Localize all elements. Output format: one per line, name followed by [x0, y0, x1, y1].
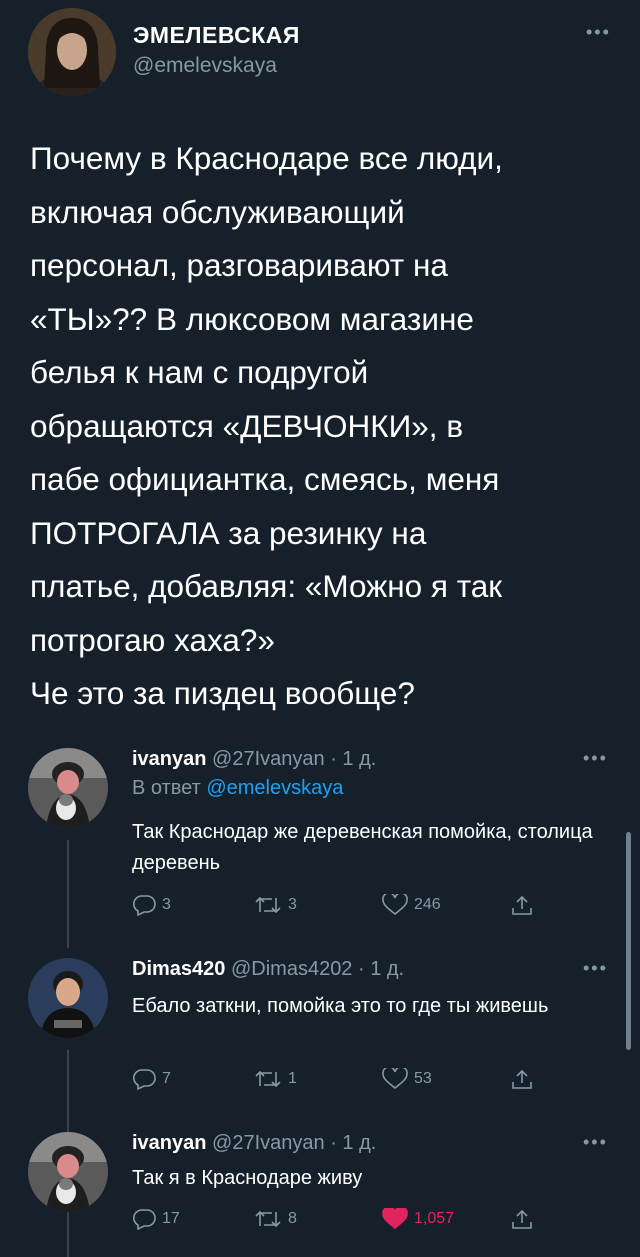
reply-count: 3 — [162, 896, 171, 913]
like-action[interactable]: 53 — [382, 1068, 432, 1090]
reply-bubble-icon — [132, 894, 156, 916]
reply-bubble-icon — [132, 1208, 156, 1230]
author-avatar[interactable] — [28, 8, 116, 96]
reply-author-name[interactable]: ivanyan — [132, 748, 206, 770]
retweet-count: 3 — [288, 896, 297, 913]
retweet-count: 8 — [288, 1210, 297, 1227]
author-name[interactable]: ЭМЕЛЕВСКАЯ — [133, 22, 300, 49]
reply-actions: 17 8 1,057 — [132, 1208, 552, 1236]
retweet-action[interactable]: 3 — [254, 894, 297, 916]
share-icon — [510, 1068, 534, 1092]
reply-to-prefix: В ответ — [132, 777, 207, 799]
retweet-action[interactable]: 8 — [254, 1208, 297, 1230]
scrollbar[interactable] — [626, 832, 631, 1050]
share-icon — [510, 1208, 534, 1232]
reply-meta: @Dimas4202 · 1 д. — [230, 958, 405, 980]
reply-action[interactable]: 17 — [132, 1208, 180, 1230]
retweet-icon — [254, 1208, 282, 1230]
share-action[interactable] — [510, 1068, 534, 1092]
reply-action[interactable]: 3 — [132, 894, 171, 916]
reply-count: 7 — [162, 1070, 171, 1087]
reply-actions: 7 1 53 — [132, 1068, 552, 1096]
author-handle[interactable]: @emelevskaya — [133, 54, 277, 78]
more-dots-icon[interactable]: ••• — [583, 748, 608, 769]
tweet-text: Почему в Краснодаре все люди, включая об… — [30, 140, 503, 711]
more-dots-icon[interactable]: ••• — [583, 958, 608, 979]
reply-meta: @27Ivanyan · 1 д. — [212, 1132, 377, 1154]
thread-line — [67, 1210, 69, 1257]
share-action[interactable] — [510, 1208, 534, 1232]
heart-icon — [382, 1068, 408, 1090]
heart-icon — [382, 894, 408, 916]
like-action[interactable]: 1,057 — [382, 1208, 454, 1230]
reply-header: ivanyan @27Ivanyan · 1 д. — [132, 748, 376, 771]
reply-text: Так я в Краснодаре живу — [132, 1167, 363, 1189]
retweet-count: 1 — [288, 1070, 297, 1087]
like-count: 53 — [414, 1070, 432, 1087]
reply-avatar[interactable] — [28, 1132, 108, 1212]
reply-actions: 3 3 246 — [132, 894, 552, 922]
reply-to-mention[interactable]: @emelevskaya — [206, 777, 343, 799]
reply-author-name[interactable]: ivanyan — [132, 1132, 206, 1154]
retweet-action[interactable]: 1 — [254, 1068, 297, 1090]
reply-count: 17 — [162, 1210, 180, 1227]
reply-text: Так Краснодар же деревенская помойка, ст… — [132, 821, 593, 874]
reply-text: Ебало заткни, помойка это то где ты живе… — [132, 995, 549, 1017]
reply-header: ivanyan @27Ivanyan · 1 д. — [132, 1132, 376, 1155]
reply-author-name[interactable]: Dimas420 — [132, 958, 225, 980]
like-count: 246 — [414, 896, 441, 913]
more-dots-icon[interactable]: ••• — [586, 22, 611, 43]
reply-avatar[interactable] — [28, 748, 108, 828]
retweet-icon — [254, 1068, 282, 1090]
like-action[interactable]: 246 — [382, 894, 441, 916]
reply-bubble-icon — [132, 1068, 156, 1090]
reply-meta: @27Ivanyan · 1 д. — [212, 748, 377, 770]
share-icon — [510, 894, 534, 918]
retweet-icon — [254, 894, 282, 916]
heart-icon — [382, 1208, 408, 1230]
reply-to-line: В ответ @emelevskaya — [132, 777, 343, 800]
like-count: 1,057 — [414, 1210, 455, 1227]
share-action[interactable] — [510, 894, 534, 918]
reply-avatar[interactable] — [28, 958, 108, 1038]
more-dots-icon[interactable]: ••• — [583, 1132, 608, 1153]
thread-line — [67, 1050, 69, 1134]
thread-line — [67, 840, 69, 948]
reply-action[interactable]: 7 — [132, 1068, 171, 1090]
reply-header: Dimas420 @Dimas4202 · 1 д. — [132, 958, 404, 981]
